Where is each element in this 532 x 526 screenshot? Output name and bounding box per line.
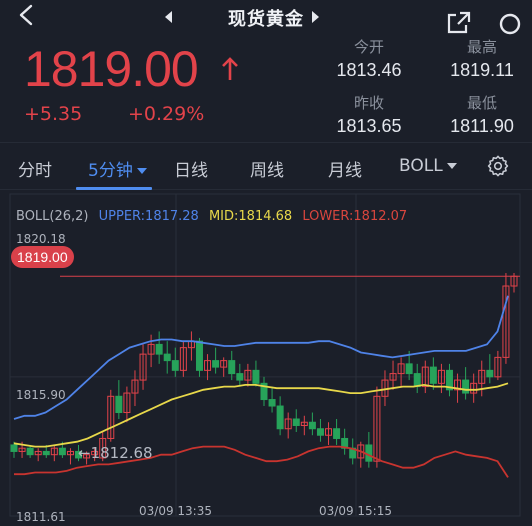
current-price: 1819.00 (24, 41, 199, 97)
candle-body (413, 373, 421, 388)
tab-boll-label: BOLL (399, 156, 443, 176)
stat-open-label: 今开 (353, 38, 384, 56)
candle-body (333, 428, 341, 439)
price-change-percent: +0.29% (128, 103, 205, 125)
stat-open-value: 1813.46 (336, 60, 402, 80)
caret-down-icon (136, 168, 147, 174)
arrow-up-icon (222, 57, 238, 80)
candle-body (115, 395, 123, 414)
candle-body (486, 369, 494, 378)
candle-body (228, 360, 236, 375)
time-label-1: 03/09 13:35 (139, 504, 212, 518)
candle-body (163, 353, 171, 362)
y-axis-min-label: 1811.61 (16, 510, 66, 524)
candle-body (365, 444, 373, 462)
tab-5min[interactable]: 5分钟 (88, 156, 147, 181)
boll-legend: BOLL(26,2) UPPER:1817.28 MID:1814.68 LOW… (16, 209, 413, 224)
candle-body (308, 421, 316, 430)
y-axis-max-label: 1820.18 (16, 232, 66, 246)
candle-body (26, 447, 34, 456)
candle-body (212, 360, 220, 368)
candle-body (252, 369, 260, 384)
price-change: +5.35 (24, 103, 83, 125)
candle-body (276, 405, 284, 430)
candle-body (462, 379, 470, 394)
candle-body (268, 399, 276, 407)
legend-mid: MID:1814.68 (208, 209, 293, 224)
stat-high-value: 1819.11 (450, 60, 514, 80)
kline-chart[interactable]: BOLL(26,2) UPPER:1817.28 MID:1814.68 LOW… (0, 190, 532, 526)
candle-body (236, 373, 244, 381)
tab-weekly[interactable]: 周线 (250, 156, 284, 181)
tab-timeshare[interactable]: 分时 (18, 156, 52, 181)
candle-body (429, 366, 437, 384)
chart-frame (9, 193, 521, 517)
candle-body (171, 360, 179, 371)
stat-high-label: 最高 (466, 38, 497, 56)
candle-body (58, 447, 66, 456)
candle-body (10, 444, 18, 452)
candle-body (292, 418, 300, 426)
legend-upper: UPPER:1817.28 (98, 209, 199, 224)
stat-low: 最低 1811.90 (427, 92, 532, 137)
candle-body (195, 340, 203, 371)
period-tabs: 分时 5分钟 日线 周线 月线 BOLL (0, 142, 532, 190)
stat-low-label: 最低 (466, 94, 497, 112)
tab-daily[interactable]: 日线 (174, 156, 208, 181)
candle-body (42, 450, 50, 456)
y-axis-mid-label: 1815.90 (16, 388, 66, 402)
tab-monthly[interactable]: 月线 (328, 156, 362, 181)
candle-body (155, 343, 163, 355)
current-price-tag: 1819.00 (11, 246, 74, 268)
triangle-right-icon[interactable] (312, 11, 319, 23)
low-price-marker: ←1812.68 (78, 444, 153, 462)
top-nav-bar: 现货黄金 (0, 0, 532, 35)
gear-icon[interactable] (487, 155, 509, 177)
candle-body (316, 428, 324, 436)
stat-prev-close-value: 1813.65 (336, 116, 402, 136)
stat-low-value: 1811.90 (450, 116, 514, 136)
stat-open: 今开 1813.46 (314, 36, 424, 81)
candle-body (405, 363, 413, 375)
legend-lower: LOWER:1812.07 (302, 209, 408, 224)
tab-indicator-boll[interactable]: BOLL (399, 156, 457, 176)
time-label-2: 03/09 15:15 (319, 504, 392, 518)
stat-high: 最高 1819.11 (427, 36, 532, 81)
quote-panel: 1819.00 +5.35 +0.29% 今开 1813.46 最高 1819.… (0, 30, 532, 142)
caret-down-icon (446, 163, 457, 169)
boll-upper-line (13, 295, 509, 420)
stat-prev-close: 昨收 1813.65 (314, 92, 424, 137)
legend-indicator-name: BOLL(26,2) (16, 209, 89, 224)
kline-plot[interactable] (0, 190, 532, 526)
tab-5min-label: 5分钟 (88, 161, 133, 181)
stat-prev-close-label: 昨收 (353, 94, 384, 112)
